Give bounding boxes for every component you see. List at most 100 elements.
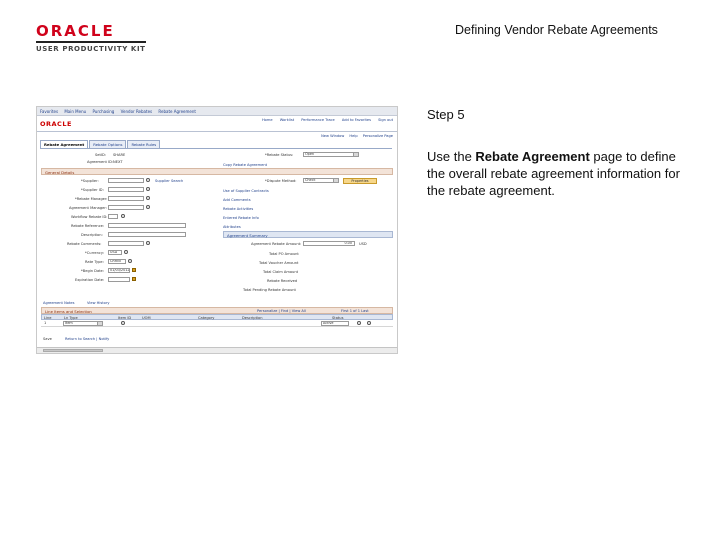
currency-label: *Currency:	[85, 251, 104, 255]
supplier-contracts-link[interactable]: Use of Supplier Contracts	[223, 189, 269, 193]
setid-value: SHARE	[113, 153, 126, 157]
page-tabs: Rebate Agreement Rebate Options Rebate R…	[40, 140, 161, 148]
scrollbar-thumb[interactable]	[43, 349, 103, 352]
agreement-id-value: NEXT	[113, 160, 123, 164]
breadcrumb: Favorites Main Menu Purchasing Vendor Re…	[37, 107, 397, 116]
step-label: Step 5	[427, 107, 465, 122]
help-link[interactable]: Help	[349, 134, 357, 138]
supplier-id-field[interactable]	[108, 187, 144, 192]
begin-date-field[interactable]: 01/03/2012	[108, 268, 130, 273]
rebate-status-select[interactable]: Open	[303, 152, 359, 157]
row-status-field[interactable]: Active	[321, 321, 349, 326]
row-ln-type-select[interactable]: Item	[63, 321, 103, 326]
worklist-link[interactable]: Worklist	[280, 118, 294, 122]
supplier-lookup-icon[interactable]	[146, 178, 150, 182]
row-line: 1	[44, 321, 47, 325]
setid-label: SetID:	[95, 153, 106, 157]
total-claim-amount-label: Total Claim Amount	[263, 270, 299, 274]
agreement-id-label: Agreement ID:	[87, 160, 114, 164]
agreement-rebate-amount-field[interactable]: 0.00	[303, 241, 355, 246]
attributes-link[interactable]: Attributes	[223, 225, 241, 229]
nav-favorites[interactable]: Favorites	[40, 109, 58, 114]
sign-out-link[interactable]: Sign out	[378, 118, 393, 122]
total-pending-rebate-label: Total Pending Rebate Amount	[243, 288, 296, 292]
application-screenshot: Favorites Main Menu Purchasing Vendor Re…	[36, 106, 398, 354]
table-row: 1 Item Active	[41, 320, 393, 327]
agreement-notes-link[interactable]: Agreement Notes	[43, 301, 74, 305]
total-voucher-amount-label: Total Voucher Amount	[259, 261, 299, 265]
help-bar: New Window Help Personalize Page	[317, 134, 393, 138]
currency-lookup-icon[interactable]	[124, 250, 128, 254]
home-link[interactable]: Home	[262, 118, 273, 122]
agreement-manager-field[interactable]	[108, 205, 144, 210]
rebate-manager-lookup-icon[interactable]	[146, 196, 150, 200]
rebate-status-label: *Rebate Status:	[265, 153, 294, 157]
tab-rebate-agreement[interactable]: Rebate Agreement	[40, 140, 89, 148]
description-label: Description:	[81, 233, 103, 237]
currency-field[interactable]: USD	[108, 250, 122, 255]
horizontal-scrollbar[interactable]	[37, 347, 397, 353]
begin-date-label: *Begin Date:	[81, 269, 104, 273]
agreement-summary-section: Agreement Summary	[223, 231, 393, 238]
rate-type-field[interactable]: CRRNT	[108, 259, 126, 264]
tab-divider	[40, 148, 392, 149]
tab-rebate-rules[interactable]: Rebate Rules	[127, 140, 161, 148]
rate-type-lookup-icon[interactable]	[128, 259, 132, 263]
entered-rebate-info-link[interactable]: Entered Rebate Info	[223, 216, 259, 220]
row-delete-icon[interactable]	[367, 321, 371, 325]
performance-trace-link[interactable]: Performance Trace	[301, 118, 334, 122]
expiration-date-field[interactable]	[108, 277, 130, 282]
supplier-search-link[interactable]: Supplier Search	[155, 179, 183, 183]
properties-button[interactable]: Properties	[343, 178, 377, 184]
rebate-received-label: Rebate Received	[267, 279, 298, 283]
logo-brand: ORACLE	[36, 22, 115, 40]
copy-agreement-link[interactable]: Copy Rebate Agreement	[223, 163, 267, 167]
row-add-icon[interactable]	[357, 321, 361, 325]
logo-product: USER PRODUCTIVITY KIT	[36, 41, 146, 53]
save-button[interactable]: Save	[43, 337, 52, 341]
dispute-method-select[interactable]: Check	[303, 178, 339, 183]
supplier-label: *Supplier:	[81, 179, 99, 183]
tab-rebate-options[interactable]: Rebate Options	[89, 140, 127, 148]
personalize-page-link[interactable]: Personalize Page	[363, 134, 393, 138]
dispute-method-label: *Dispute Method:	[265, 179, 297, 183]
supplier-id-lookup-icon[interactable]	[146, 187, 150, 191]
agreement-rebate-amount-label: Agreement Rebate Amount:	[251, 242, 302, 246]
grid-pager[interactable]: First 1 of 1 Last	[341, 309, 369, 313]
view-history-link[interactable]: View History	[87, 301, 109, 305]
rebate-manager-field[interactable]	[108, 196, 144, 201]
footer-links[interactable]: Return to Search | Notify	[65, 337, 109, 341]
rebate-comments-lookup-icon[interactable]	[146, 241, 150, 245]
rebate-reference-field[interactable]	[108, 223, 186, 228]
workflow-rebate-lookup-icon[interactable]	[121, 214, 125, 218]
agreement-manager-label: Agreement Manager:	[69, 206, 108, 210]
add-favorites-link[interactable]: Add to Favorites	[342, 118, 371, 122]
workflow-rebate-id-field[interactable]	[108, 214, 118, 219]
instruction-text: Use the Rebate Agreement page to define …	[427, 149, 680, 198]
document-title: Defining Vendor Rebate Agreements	[455, 23, 658, 37]
grid-navigation[interactable]: Personalize | Find | View All	[257, 309, 306, 313]
nav-vendor-rebates[interactable]: Vendor Rebates	[121, 109, 153, 114]
nav-main-menu[interactable]: Main Menu	[64, 109, 86, 114]
description-field[interactable]	[108, 232, 186, 237]
begin-date-calendar-icon[interactable]	[132, 268, 136, 272]
total-po-amount-label: Total PO Amount	[269, 252, 299, 256]
agreement-manager-lookup-icon[interactable]	[146, 205, 150, 209]
rebate-comments-field[interactable]	[108, 241, 144, 246]
add-comments-link[interactable]: Add Comments	[223, 198, 251, 202]
app-header: ORACLE Home Worklist Performance Trace A…	[37, 116, 397, 132]
supplier-field[interactable]	[108, 178, 144, 183]
instruction-bold-term: Rebate Agreement	[475, 149, 590, 164]
row-item-lookup-icon[interactable]	[121, 321, 125, 325]
expiration-date-calendar-icon[interactable]	[132, 277, 136, 281]
rebate-activities-link[interactable]: Rebate Activities	[223, 207, 253, 211]
nav-purchasing[interactable]: Purchasing	[92, 109, 114, 114]
summary-currency: USD	[359, 242, 367, 246]
new-window-link[interactable]: New Window	[321, 134, 344, 138]
expiration-date-label: Expiration Date:	[75, 278, 105, 282]
general-details-section[interactable]: General Details	[41, 168, 393, 175]
rebate-comments-label: Rebate Comments:	[67, 242, 102, 246]
nav-rebate-agreement[interactable]: Rebate Agreement	[158, 109, 196, 114]
oracle-upk-logo: ORACLE USER PRODUCTIVITY KIT	[36, 24, 146, 53]
rate-type-label: Rate Type:	[85, 260, 104, 264]
